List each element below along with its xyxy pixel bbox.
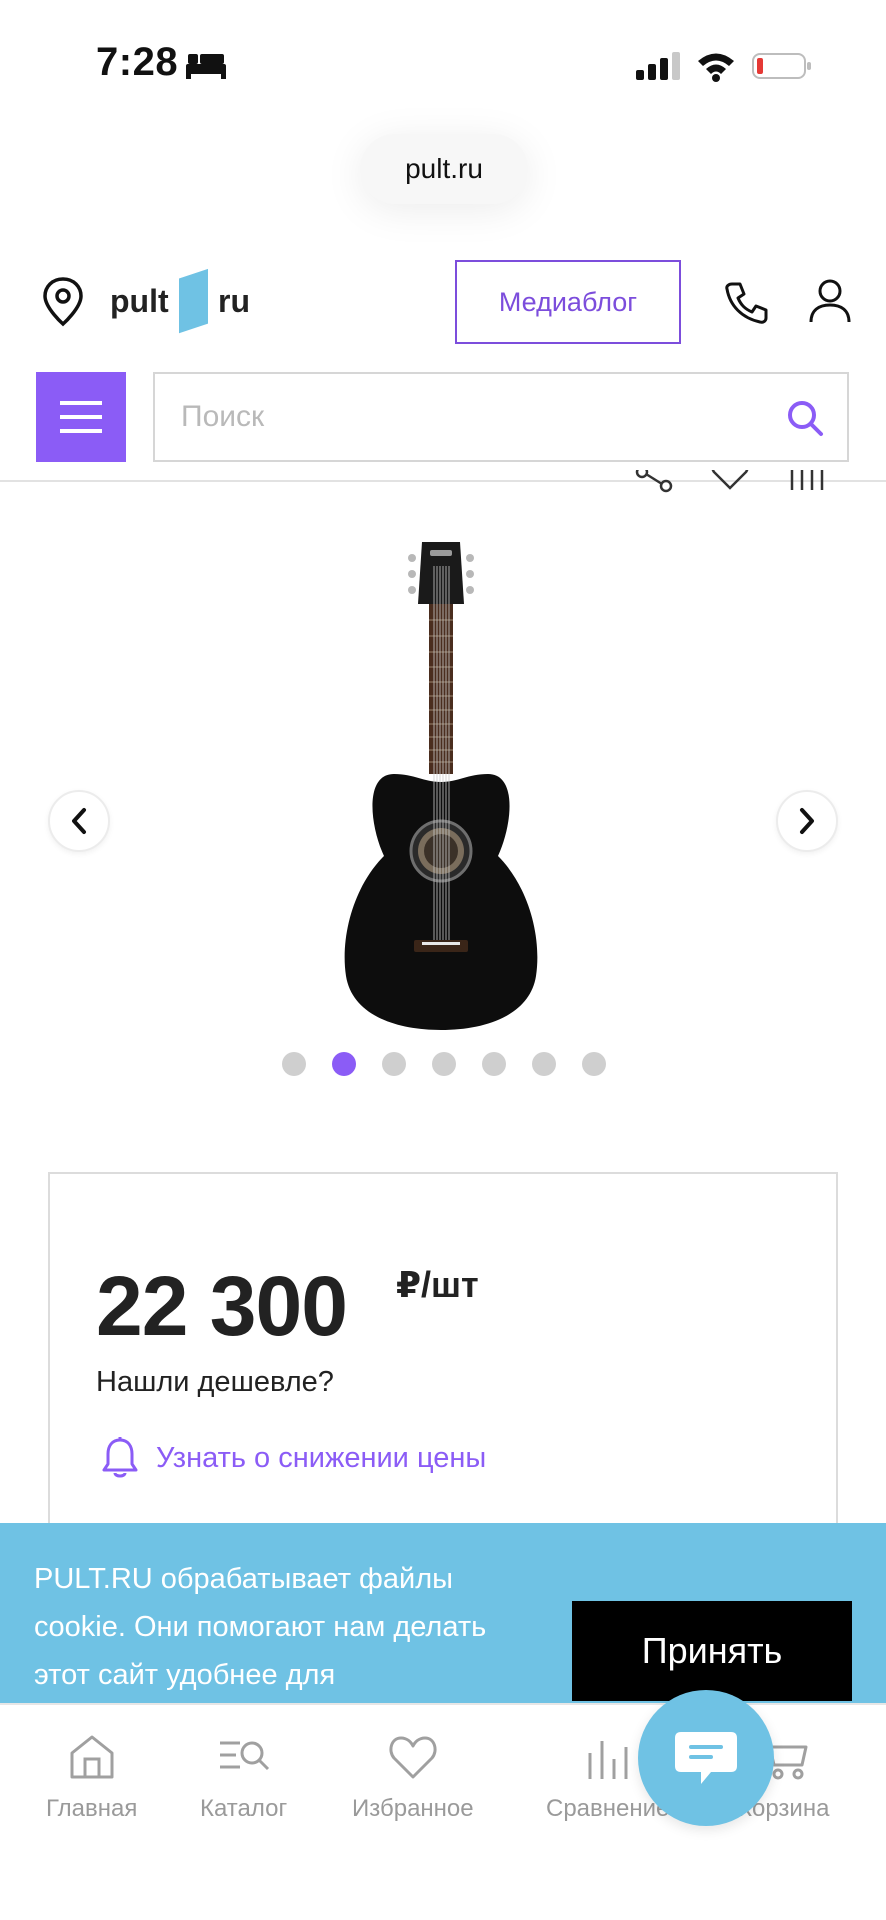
url-text: pult.ru [405, 153, 483, 184]
gallery-next-button[interactable] [776, 790, 838, 852]
gallery-prev-button[interactable] [48, 790, 110, 852]
cellular-signal-icon [636, 52, 680, 80]
cookie-text: PULT.RU обрабатывает файлы cookie. Они п… [34, 1563, 487, 1691]
nav-favorites[interactable]: Избранное [352, 1731, 474, 1823]
found-cheaper-link[interactable]: Нашли дешевле? [96, 1366, 334, 1399]
price-card: 22 300 ₽/шт Нашли дешевле? Узнать о сниж… [48, 1172, 838, 1532]
logo-text-right: ru [218, 282, 250, 319]
compare-bars-icon [588, 1741, 628, 1779]
catalog-icon [219, 1741, 269, 1771]
hamburger-icon [60, 401, 102, 433]
wifi-icon [698, 53, 734, 82]
nav-home[interactable]: Главная [46, 1731, 137, 1823]
gallery-dot-2[interactable] [332, 1052, 356, 1076]
price-drop-notify[interactable]: Узнать о снижении цены [100, 1436, 486, 1480]
logo-text-left: pult [110, 282, 169, 319]
share-icon[interactable] [634, 470, 674, 494]
nav-home-label: Главная [46, 1795, 138, 1822]
status-time: 7:28 [96, 40, 179, 84]
battery-icon [752, 53, 811, 79]
gallery-dot-7[interactable] [582, 1052, 606, 1076]
search-box[interactable] [153, 372, 849, 462]
search-icon[interactable] [785, 398, 825, 438]
bell-icon [102, 1437, 138, 1478]
nav-compare-label: Сравнение [546, 1795, 670, 1822]
location-pin-icon[interactable] [40, 276, 86, 328]
nav-catalog[interactable]: Каталог [200, 1731, 287, 1823]
search-input[interactable] [181, 374, 741, 460]
gallery-dot-5[interactable] [482, 1052, 506, 1076]
chevron-right-icon [800, 808, 814, 834]
cookie-banner: PULT.RU обрабатывает файлы cookie. Они п… [0, 1523, 886, 1703]
favorite-icon[interactable] [710, 470, 750, 492]
accept-cookies-button[interactable]: Принять [572, 1601, 852, 1701]
nav-favorites-label: Избранное [352, 1795, 474, 1822]
gallery-dot-4[interactable] [432, 1052, 456, 1076]
product-image-guitar[interactable] [334, 536, 548, 1036]
chat-bubble-icon [675, 1732, 737, 1784]
gallery-dot-3[interactable] [382, 1052, 406, 1076]
nav-catalog-label: Каталог [200, 1795, 288, 1822]
url-bar[interactable]: pult.ru [360, 134, 528, 204]
gallery-dot-1[interactable] [282, 1052, 306, 1076]
price-drop-label: Узнать о снижении цены [156, 1441, 487, 1474]
chevron-left-icon [72, 808, 86, 834]
site-logo[interactable]: pult ru [110, 266, 250, 336]
gallery-dot-6[interactable] [532, 1052, 556, 1076]
phone-icon[interactable] [724, 280, 768, 324]
gallery-pagination [282, 1052, 606, 1076]
compare-icon[interactable] [786, 470, 826, 492]
heart-icon [389, 1736, 437, 1779]
price-value: 22 300 [96, 1259, 348, 1353]
product-actions [620, 470, 860, 500]
chat-button[interactable] [638, 1690, 774, 1826]
menu-button[interactable] [36, 372, 126, 462]
home-icon [70, 1735, 114, 1779]
price-unit: ₽/шт [396, 1264, 479, 1305]
logo-mark-icon [178, 268, 208, 334]
user-icon[interactable] [808, 278, 852, 324]
sleep-mode-icon [186, 54, 226, 79]
mediablog-button[interactable]: Медиаблог [455, 260, 681, 344]
status-bar: 7:28 [0, 0, 886, 130]
